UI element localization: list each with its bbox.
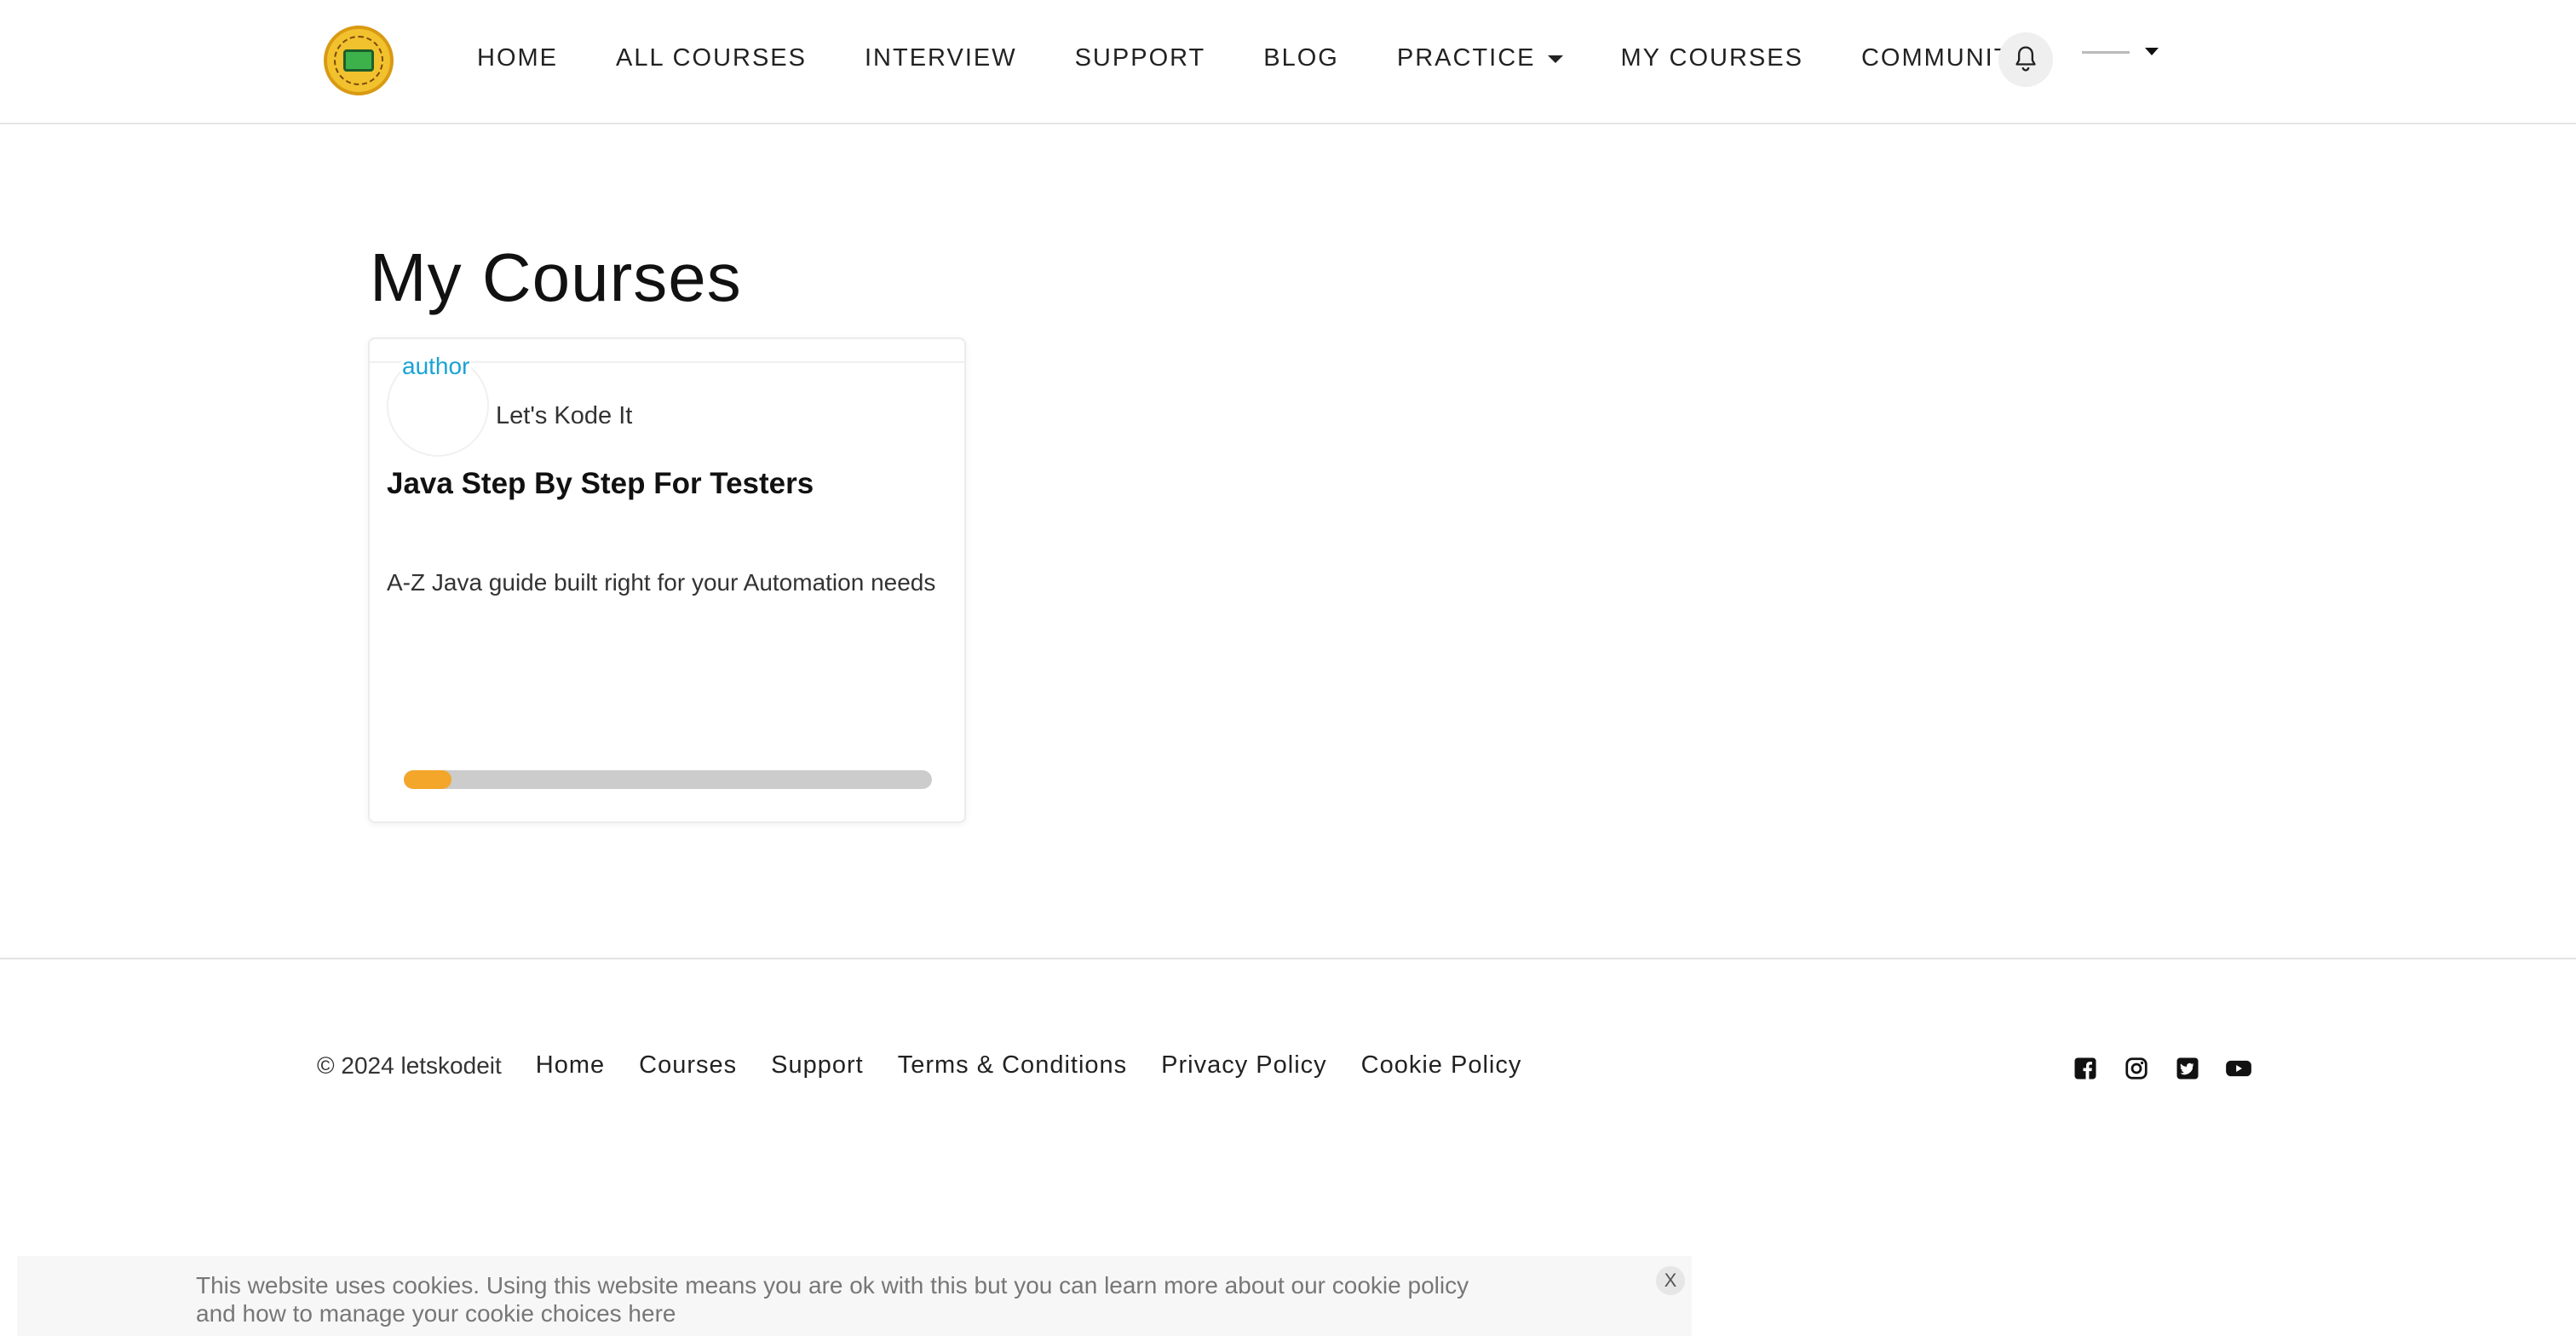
main-nav: HOME ALL COURSES INTERVIEW SUPPORT BLOG …	[477, 44, 2087, 72]
top-navbar: HOME ALL COURSES INTERVIEW SUPPORT BLOG …	[0, 0, 2576, 124]
course-progress-bar	[404, 770, 932, 789]
page-title: My Courses	[370, 239, 742, 315]
author-tag: author	[400, 353, 472, 380]
cookie-close-button[interactable]: X	[1656, 1266, 1685, 1295]
user-menu-dropdown[interactable]	[2082, 44, 2159, 70]
chevron-down-icon	[2145, 48, 2159, 55]
notifications-button[interactable]	[1998, 32, 2053, 87]
nav-blog[interactable]: BLOG	[1263, 44, 1339, 72]
cookie-message: This website uses cookies. Using this we…	[196, 1271, 1559, 1327]
facebook-icon[interactable]	[2072, 1055, 2099, 1082]
footer: © 2024 letskodeit Home Courses Support T…	[317, 1051, 1555, 1080]
cookie-message-line-1: This website uses cookies. Using this we…	[196, 1272, 1469, 1299]
copyright-text: © 2024 letskodeit	[317, 1051, 502, 1079]
logo-ring	[334, 36, 383, 85]
youtube-icon[interactable]	[2225, 1055, 2252, 1082]
footer-link-courses[interactable]: Courses	[639, 1051, 737, 1080]
instagram-icon[interactable]	[2123, 1055, 2150, 1082]
nav-all-courses[interactable]: ALL COURSES	[616, 44, 807, 72]
course-card[interactable]: author Let's Kode It Java Step By Step F…	[368, 337, 966, 823]
bell-icon	[2015, 46, 2036, 72]
nav-my-courses[interactable]: MY COURSES	[1621, 44, 1803, 72]
cookie-banner: This website uses cookies. Using this we…	[17, 1256, 1692, 1336]
course-description: A-Z Java guide built right for your Auto…	[387, 569, 936, 596]
course-progress-fill	[404, 770, 451, 789]
nav-practice-dropdown[interactable]: PRACTICE	[1397, 44, 1563, 72]
footer-divider	[0, 958, 2576, 959]
cookie-message-line-2[interactable]: and how to manage your cookie choices he…	[196, 1299, 1559, 1327]
footer-link-privacy[interactable]: Privacy Policy	[1161, 1051, 1327, 1080]
nav-home[interactable]: HOME	[477, 44, 558, 72]
footer-link-home[interactable]: Home	[536, 1051, 605, 1080]
author-name: Let's Kode It	[496, 402, 633, 429]
user-name-placeholder	[2082, 51, 2130, 54]
footer-link-support[interactable]: Support	[771, 1051, 864, 1080]
footer-link-cookie-policy[interactable]: Cookie Policy	[1361, 1051, 1522, 1080]
page: HOME ALL COURSES INTERVIEW SUPPORT BLOG …	[0, 0, 2576, 1336]
twitter-icon[interactable]	[2174, 1055, 2201, 1082]
nav-support[interactable]: SUPPORT	[1075, 44, 1206, 72]
social-links	[2072, 1055, 2252, 1082]
nav-interview[interactable]: INTERVIEW	[865, 44, 1017, 72]
course-title[interactable]: Java Step By Step For Testers	[387, 467, 814, 501]
site-logo[interactable]	[324, 26, 394, 95]
footer-link-terms[interactable]: Terms & Conditions	[898, 1051, 1127, 1080]
